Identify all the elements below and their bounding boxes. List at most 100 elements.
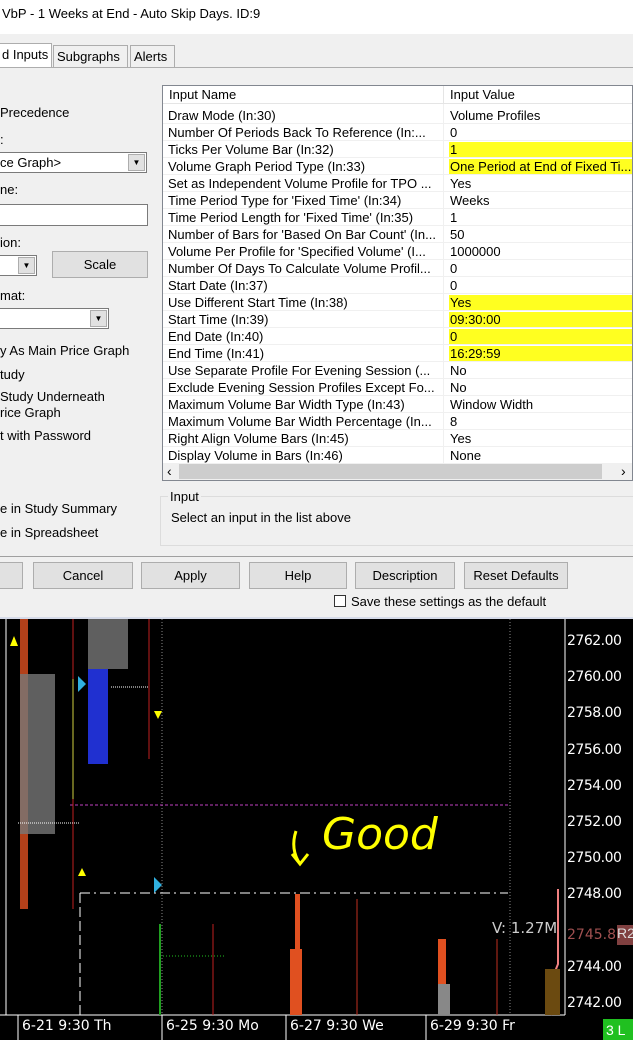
tpo-profile-blue — [88, 669, 108, 764]
scale-button[interactable]: Scale — [52, 251, 148, 278]
input-row[interactable]: Display Volume in Bars (In:46) None — [163, 447, 632, 464]
tab-inputs[interactable]: d Inputs — [0, 43, 52, 68]
input-value[interactable]: 16:29:59 — [449, 346, 632, 361]
option-study[interactable]: tudy — [0, 367, 25, 382]
input-value[interactable]: None — [449, 448, 632, 463]
option-same-scale[interactable]: y As Main Price Graph — [0, 343, 129, 358]
input-value[interactable]: Volume Profiles — [449, 108, 632, 123]
input-value[interactable]: 0 — [449, 125, 632, 140]
ok-button[interactable] — [0, 562, 23, 589]
help-button[interactable]: Help — [249, 562, 347, 589]
blue-triangle-marker — [154, 877, 162, 893]
price-chart[interactable]: Good 2762.00 2760.00 2758.00 2756.00 2754.00… — [0, 617, 633, 1040]
input-value[interactable]: 0 — [449, 261, 632, 276]
column-header-name[interactable]: Input Name — [163, 86, 444, 104]
input-value[interactable]: Yes — [449, 176, 632, 191]
input-value[interactable]: Yes — [449, 431, 632, 446]
current-price-label: 2745.8 — [567, 927, 616, 943]
input-value[interactable]: 8 — [449, 414, 632, 429]
input-name: End Time (In:41) — [168, 346, 265, 361]
time-label: 6-21 9:30 Th — [22, 1018, 112, 1034]
price-label: 2752.00 — [567, 814, 622, 830]
input-row[interactable]: Use Separate Profile For Evening Session… — [163, 362, 632, 379]
column-header-value[interactable]: Input Value — [444, 86, 632, 104]
price-label: 2760.00 — [567, 669, 622, 686]
input-row[interactable]: Number Of Days To Calculate Volume Profi… — [163, 260, 632, 277]
input-row[interactable]: Number of Bars for 'Based On Bar Count' … — [163, 226, 632, 243]
tab-subgraphs[interactable]: Subgraphs — [53, 45, 128, 67]
divider — [0, 556, 633, 557]
region-select[interactable]: ▼ — [0, 255, 37, 276]
input-row[interactable]: Time Period Type for 'Fixed Time' (In:34… — [163, 192, 632, 209]
reset-defaults-button[interactable]: Reset Defaults — [464, 562, 568, 589]
input-value[interactable]: Window Width — [449, 397, 632, 412]
option-study-summary[interactable]: e in Study Summary — [0, 501, 117, 516]
input-row[interactable]: Volume Graph Period Type (In:33) One Peri… — [163, 158, 632, 175]
price-label: 2748.00 — [567, 886, 622, 903]
scrollbar-thumb[interactable] — [179, 464, 602, 479]
input-row[interactable]: Set as Independent Volume Profile for TP… — [163, 175, 632, 192]
input-value[interactable]: 09:30:00 — [449, 312, 632, 327]
price-label: 2742.00 — [567, 995, 622, 1011]
horizontal-scrollbar[interactable]: ‹ › — [163, 463, 632, 480]
region-label: ion: — [0, 235, 21, 250]
input-row[interactable]: Volume Per Profile for 'Specified Volume… — [163, 243, 632, 260]
cancel-button[interactable]: Cancel — [33, 562, 133, 589]
input-value[interactable]: 0 — [449, 329, 632, 344]
time-label: 6-29 9:30 Fr — [430, 1018, 515, 1034]
input-row[interactable]: Use Different Start Time (In:38) Yes — [163, 294, 632, 311]
option-spreadsheet[interactable]: e in Spreadsheet — [0, 525, 98, 540]
input-row[interactable]: End Time (In:41) 16:29:59 — [163, 345, 632, 362]
input-value[interactable]: 1 — [449, 210, 632, 225]
tab-alerts[interactable]: Alerts — [130, 45, 175, 67]
yellow-triangle-up — [78, 868, 86, 876]
graph-select[interactable]: ce Graph> ▼ — [0, 152, 147, 173]
input-row[interactable]: Time Period Length for 'Fixed Time' (In:… — [163, 209, 632, 226]
input-value[interactable]: No — [449, 380, 632, 395]
price-label: 2744.00 — [567, 958, 622, 975]
input-value[interactable]: Weeks — [449, 193, 632, 208]
input-name: Exclude Evening Session Profiles Except … — [168, 380, 435, 395]
input-row[interactable]: Maximum Volume Bar Width Type (In:43) Win… — [163, 396, 632, 413]
input-value[interactable]: No — [449, 363, 632, 378]
input-name: Draw Mode (In:30) — [168, 108, 276, 123]
input-value[interactable]: 50 — [449, 227, 632, 242]
inputs-list[interactable]: Input Name Input Value Draw Mode (In:30)… — [162, 85, 633, 481]
option-underneath[interactable]: Study Underneath — [0, 389, 105, 404]
current-price-tag: R2 — [617, 925, 633, 945]
input-value[interactable]: 0 — [449, 278, 632, 293]
input-row[interactable]: Ticks Per Volume Bar (In:32) 1 — [163, 141, 632, 158]
handwritten-annotation: Good — [322, 809, 438, 860]
format-select[interactable]: ▼ — [0, 308, 109, 329]
input-row[interactable]: Right Align Volume Bars (In:45) Yes — [163, 430, 632, 447]
input-name: Use Separate Profile For Evening Session… — [168, 363, 431, 378]
input-row[interactable]: Number Of Periods Back To Reference (In:… — [163, 124, 632, 141]
save-default-checkbox[interactable] — [334, 595, 346, 607]
input-name: Maximum Volume Bar Width Percentage (In.… — [168, 414, 432, 429]
input-value[interactable]: Yes — [449, 295, 632, 310]
scroll-right-icon[interactable]: › — [621, 463, 626, 479]
input-value[interactable]: 1 — [449, 142, 632, 157]
tab-divider — [0, 67, 633, 68]
input-row[interactable]: Start Time (In:39) 09:30:00 — [163, 311, 632, 328]
tpo-profile — [438, 984, 450, 1015]
price-label: 2758.00 — [567, 705, 622, 722]
input-row[interactable]: Exclude Evening Session Profiles Except … — [163, 379, 632, 396]
input-row[interactable]: End Date (In:40) 0 — [163, 328, 632, 345]
input-row[interactable]: Start Date (In:37) 0 — [163, 277, 632, 294]
option-password[interactable]: t with Password — [0, 428, 91, 443]
graph-select-value: ce Graph> — [0, 155, 62, 170]
precedence-label: Precedence — [0, 105, 70, 120]
input-row[interactable]: Draw Mode (In:30) Volume Profiles — [163, 107, 632, 124]
description-button[interactable]: Description — [355, 562, 455, 589]
input-row[interactable]: Maximum Volume Bar Width Percentage (In.… — [163, 413, 632, 430]
format-label: mat: — [0, 288, 26, 303]
apply-button[interactable]: Apply — [141, 562, 240, 589]
input-value[interactable]: 1000000 — [449, 244, 632, 259]
volume-label: V: 1.27M — [492, 919, 558, 937]
name-input[interactable] — [0, 204, 148, 226]
volume-profile-area — [545, 969, 560, 1015]
scroll-left-icon[interactable]: ‹ — [167, 463, 172, 479]
input-value[interactable]: One Period at End of Fixed Ti... — [449, 159, 632, 174]
tpo-profile — [88, 619, 128, 669]
